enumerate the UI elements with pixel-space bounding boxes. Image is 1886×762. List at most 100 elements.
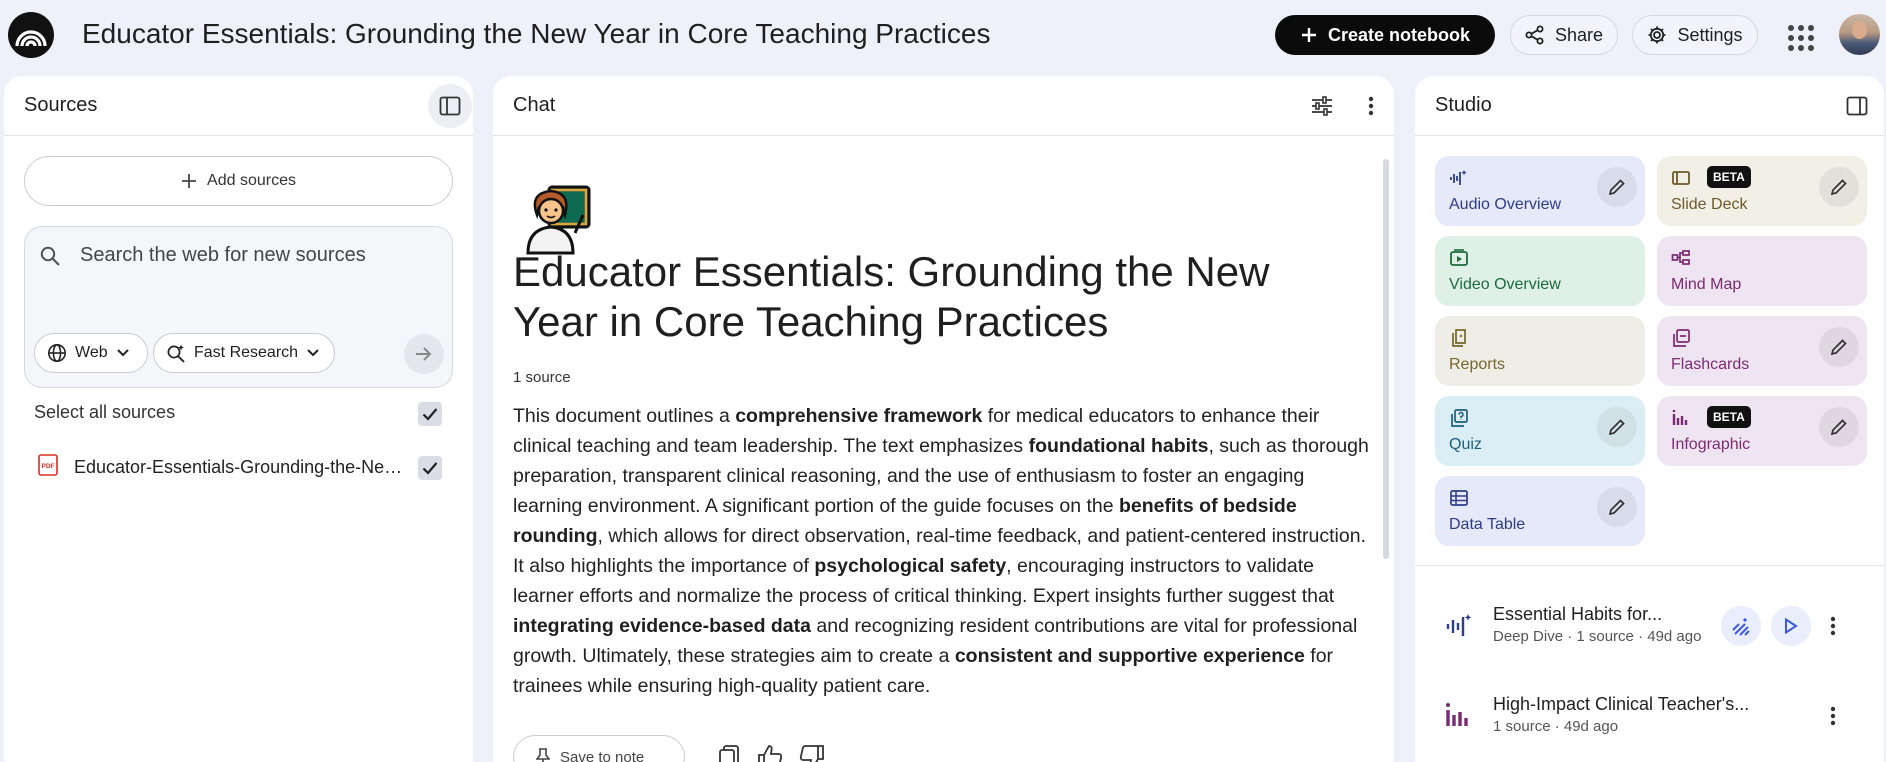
data-table-tile[interactable]: Data Table — [1435, 476, 1645, 546]
video-icon — [1450, 249, 1468, 266]
pdf-icon: PDF — [38, 454, 58, 476]
save-to-note-button[interactable]: Save to note — [513, 735, 685, 762]
add-sources-button[interactable]: Add sources — [24, 156, 453, 206]
pin-icon — [536, 748, 550, 762]
data-table-edit-button[interactable] — [1597, 487, 1637, 527]
more-vert-icon — [1368, 96, 1374, 116]
quiz-icon — [1451, 409, 1468, 427]
chat-title: Chat — [513, 94, 556, 116]
slide-deck-edit-button[interactable] — [1819, 167, 1859, 207]
pencil-icon — [1830, 419, 1847, 436]
interactive-wave-icon — [1732, 618, 1750, 636]
globe-icon — [48, 344, 66, 362]
sources-title: Sources — [24, 94, 98, 116]
plus-icon — [182, 174, 197, 188]
chat-header: Chat — [493, 76, 1394, 136]
infographic-label: Infographic — [1671, 436, 1751, 453]
thumbs-up-icon[interactable] — [757, 744, 783, 762]
collapse-studio-button[interactable] — [1835, 84, 1879, 128]
interactive-mode-button[interactable] — [1721, 606, 1761, 646]
collapse-sources-button[interactable] — [428, 84, 472, 128]
search-input[interactable]: Search the web for new sources — [80, 244, 366, 267]
play-button[interactable] — [1771, 606, 1811, 646]
audio-overview-label: Audio Overview — [1449, 196, 1562, 213]
checkmark-icon — [422, 462, 438, 475]
summary-highlight: comprehensive framework — [735, 405, 983, 427]
chat-settings-button[interactable] — [1300, 84, 1344, 128]
sources-panel: Sources Add sources Search the web for n… — [4, 76, 473, 762]
notebook-summary: This document outlines a comprehensive f… — [513, 401, 1373, 701]
reports-tile[interactable]: Reports — [1435, 316, 1645, 386]
chat-more-button[interactable] — [1349, 84, 1393, 128]
create-notebook-label: Create notebook — [1327, 24, 1471, 45]
settings-button[interactable]: Settings — [1632, 15, 1758, 55]
infographic-edit-button[interactable] — [1819, 407, 1859, 447]
flashcards-tile[interactable]: Flashcards — [1657, 316, 1867, 386]
summary-highlight: integrating evidence-based data — [513, 615, 811, 637]
play-icon — [1785, 618, 1798, 634]
artifact-more-button[interactable] — [1811, 694, 1855, 738]
pencil-icon — [1830, 179, 1847, 196]
video-overview-tile[interactable]: Video Overview — [1435, 236, 1645, 306]
beta-badge: BETA — [1707, 406, 1751, 428]
sidebar-toggle-icon — [1846, 96, 1868, 116]
flashcards-edit-button[interactable] — [1819, 327, 1859, 367]
copy-icon[interactable] — [718, 744, 740, 762]
gear-icon — [1648, 26, 1666, 44]
web-source-dropdown[interactable]: Web — [34, 333, 148, 373]
data-table-label: Data Table — [1449, 516, 1526, 533]
audio-overview-tile[interactable]: Audio Overview — [1435, 156, 1645, 226]
source-checkbox[interactable] — [418, 456, 442, 480]
teacher-emoji-icon — [526, 185, 591, 255]
infographic-tile[interactable]: BETA Infographic — [1657, 396, 1867, 466]
research-mode-dropdown[interactable]: Fast Research — [153, 333, 335, 373]
pencil-icon — [1608, 419, 1625, 436]
sources-header: Sources — [4, 76, 473, 136]
notebooklm-logo-icon[interactable] — [8, 12, 54, 58]
chevron-down-icon — [116, 349, 129, 357]
summary-highlight: foundational habits — [1028, 435, 1209, 457]
summary-highlight: consistent and supportive experience — [954, 645, 1305, 667]
save-to-note-label: Save to note — [560, 748, 645, 762]
select-all-checkbox[interactable] — [418, 402, 442, 426]
audio-overview-edit-button[interactable] — [1597, 167, 1637, 207]
quiz-label: Quiz — [1449, 436, 1482, 453]
artifact-more-button[interactable] — [1811, 604, 1855, 648]
studio-header: Studio — [1415, 76, 1884, 136]
mind-map-tile[interactable]: Mind Map — [1657, 236, 1867, 306]
source-count: 1 source — [513, 369, 571, 386]
more-vert-icon — [1830, 616, 1836, 636]
web-search-box: Search the web for new sources Web Fast … — [24, 226, 453, 388]
summary-text: This document outlines a — [513, 405, 736, 427]
submit-search-button[interactable] — [404, 334, 444, 374]
reports-icon — [1452, 329, 1466, 347]
notebook-title[interactable]: Educator Essentials: Grounding the New Y… — [82, 18, 990, 50]
share-button[interactable]: Share — [1510, 15, 1618, 55]
reports-label: Reports — [1449, 356, 1506, 373]
quiz-edit-button[interactable] — [1597, 407, 1637, 447]
artifact-meta: 1 source · 49d ago — [1493, 718, 1619, 735]
slide-deck-tile[interactable]: BETA Slide Deck — [1657, 156, 1867, 226]
video-overview-label: Video Overview — [1449, 276, 1561, 293]
slide-deck-label: Slide Deck — [1671, 196, 1748, 213]
chat-scrollbar[interactable] — [1383, 159, 1389, 559]
avatar[interactable] — [1839, 14, 1880, 55]
audio-wave-icon — [1450, 170, 1467, 185]
pencil-icon — [1608, 499, 1625, 516]
share-icon — [1525, 25, 1544, 45]
infographic-icon — [1672, 409, 1688, 425]
thumbs-down-icon[interactable] — [799, 744, 825, 762]
share-label: Share — [1554, 24, 1604, 45]
apps-grid-icon[interactable] — [1783, 20, 1815, 52]
source-name: Educator-Essentials-Grounding-the-New-Ye… — [74, 457, 404, 477]
svg-text:PDF: PDF — [42, 463, 55, 470]
chat-body: Educator Essentials: Grounding the New Y… — [493, 137, 1394, 762]
slides-icon — [1672, 171, 1690, 185]
audio-wave-icon — [1446, 614, 1472, 636]
pencil-icon — [1608, 179, 1625, 196]
studio-panel: Studio Audio Overview BETA Slide Deck Vi… — [1415, 76, 1884, 762]
pencil-icon — [1830, 339, 1847, 356]
create-notebook-button[interactable]: Create notebook — [1275, 15, 1495, 55]
artifact-title: Essential Habits for... — [1493, 604, 1663, 624]
quiz-tile[interactable]: Quiz — [1435, 396, 1645, 466]
